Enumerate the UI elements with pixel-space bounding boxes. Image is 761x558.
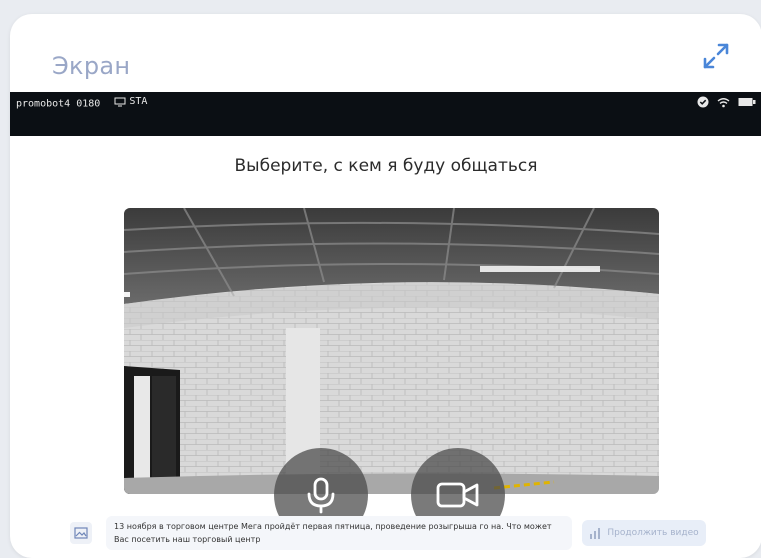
- bar-chart-icon: [590, 527, 601, 539]
- message-row: 13 ноября в торговом центре Мега пройдёт…: [70, 516, 710, 550]
- speak-button-label: Продолжить видео: [607, 528, 699, 538]
- message-text-field[interactable]: 13 ноября в торговом центре Мега пройдёт…: [106, 516, 572, 550]
- monitor-icon: [114, 97, 126, 106]
- media-button[interactable]: [70, 522, 92, 544]
- expand-icon: [703, 43, 729, 69]
- device-id: promobot4 0180: [16, 98, 101, 110]
- microphone-icon: [307, 477, 335, 514]
- expand-button[interactable]: [698, 38, 734, 74]
- network-label: STA: [129, 96, 148, 107]
- video-camera-icon: [436, 482, 479, 508]
- panel-title: Экран: [52, 52, 131, 80]
- image-icon: [74, 527, 88, 539]
- camera-feed: [124, 208, 659, 494]
- network-status: STA: [114, 96, 147, 107]
- check-circle-icon: [697, 96, 709, 108]
- battery-icon: [738, 98, 756, 106]
- status-bar-shadow: [10, 114, 761, 136]
- screen-panel: Экран promobot4 0180 STA Выберите, с кем…: [10, 14, 761, 558]
- wifi-icon: [717, 97, 730, 107]
- speak-button[interactable]: Продолжить видео: [582, 520, 706, 546]
- device-status-bar: promobot4 0180 STA: [10, 92, 761, 114]
- choose-prompt: Выберите, с кем я буду общаться: [234, 156, 538, 176]
